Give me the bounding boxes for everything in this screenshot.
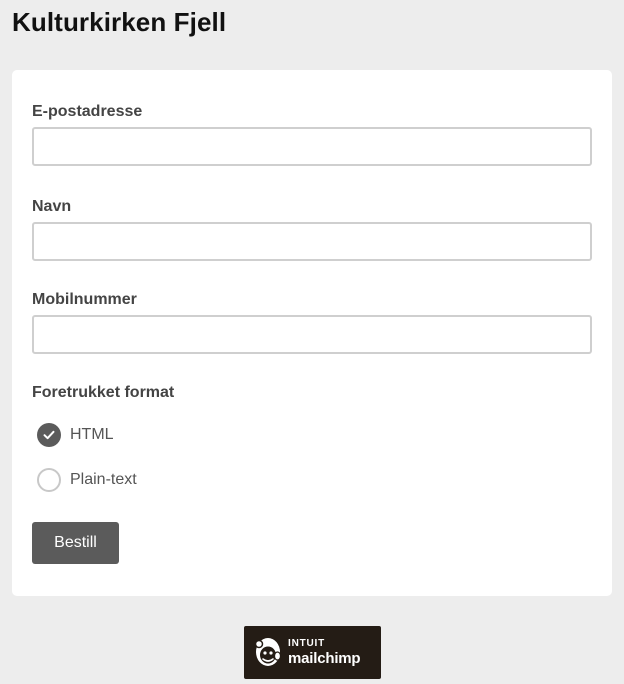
signup-form: E-postadresse Navn Mobilnummer Foretrukk… [12,70,612,596]
radio-unchecked-icon[interactable] [37,468,61,492]
mailchimp-badge[interactable]: INTUIT mailchimp [244,626,381,679]
badge-text: INTUIT mailchimp [288,638,361,667]
format-option-html[interactable]: HTML [37,423,114,447]
format-label: Foretrukket format [32,384,175,401]
format-option-label: HTML [70,426,114,443]
email-label: E-postadresse [32,103,143,120]
name-label: Navn [32,198,72,215]
format-option-plain-text[interactable]: Plain-text [37,468,137,492]
mailchimp-freddie-icon [254,637,282,666]
format-option-label: Plain-text [70,471,137,488]
checkmark-icon [43,430,55,440]
page-title: Kulturkirken Fjell [12,7,227,37]
email-field[interactable] [32,127,592,166]
subscribe-button[interactable]: Bestill [32,522,119,564]
mobile-label: Mobilnummer [32,291,137,308]
badge-intuit-text: INTUIT [288,638,326,649]
badge-mailchimp-text: mailchimp [288,650,361,667]
mobile-field[interactable] [32,315,592,354]
radio-checked-icon[interactable] [37,423,61,447]
signup-page: Kulturkirken Fjell E-postadresse Navn Mo… [0,0,624,684]
name-field[interactable] [32,222,592,261]
